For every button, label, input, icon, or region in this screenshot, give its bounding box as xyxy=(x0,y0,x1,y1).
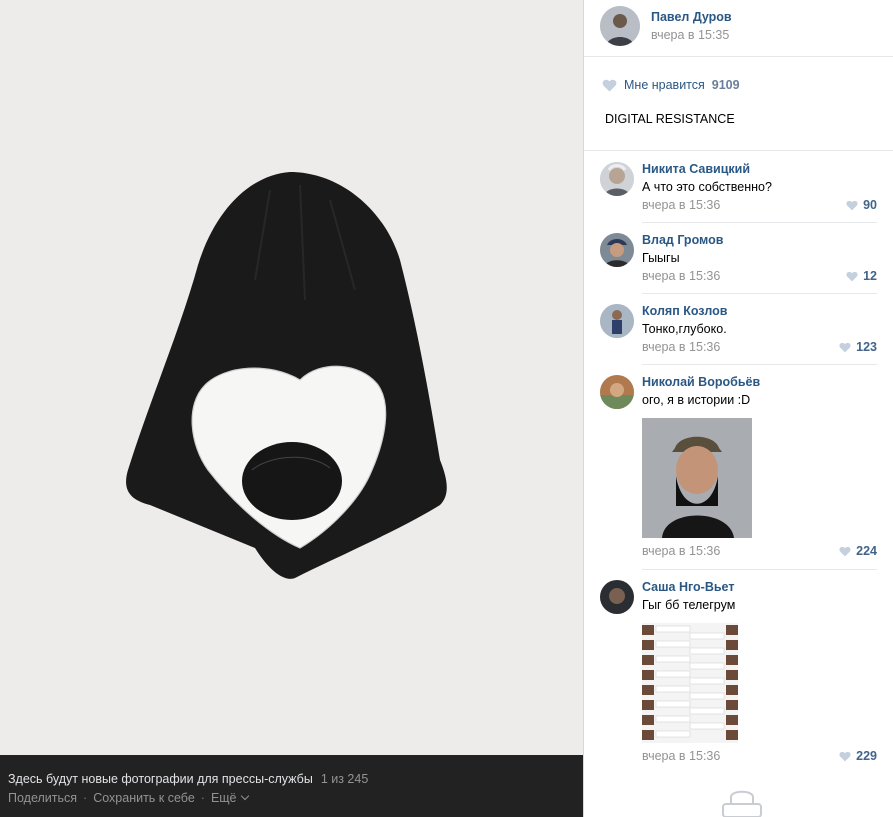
comment-text: Гыг бб телегрум xyxy=(642,598,736,612)
more-label: Ещё xyxy=(210,791,237,805)
likes-count: 9109 xyxy=(711,78,740,92)
commenter-avatar[interactable] xyxy=(600,375,634,409)
commenter-avatar[interactable] xyxy=(600,304,634,338)
comment-like-count: 90 xyxy=(863,198,877,212)
commenter-name[interactable]: Влад Громов xyxy=(642,233,723,247)
comment-item: Влад Громов Гыыгы вчера в 15:36 12 xyxy=(584,233,893,294)
comment-like-button[interactable]: 90 xyxy=(846,198,877,212)
separator-dot: · xyxy=(200,791,205,805)
heart-icon xyxy=(846,200,858,210)
author-name[interactable]: Павел Дуров xyxy=(651,10,732,24)
like-button[interactable]: Мне нравится 9109 xyxy=(602,78,740,92)
heart-icon xyxy=(846,271,858,281)
comment-screenshot-attachment[interactable] xyxy=(642,623,738,743)
save-button[interactable]: Сохранить к себе xyxy=(93,791,195,805)
photo-actions: Поделиться · Сохранить к себе · Ещё xyxy=(8,791,249,805)
photo-caption-bar: Здесь будут новые фотографии для прессы-… xyxy=(0,755,583,817)
heart-icon xyxy=(839,546,851,556)
heart-icon xyxy=(839,342,851,352)
comment-date[interactable]: вчера в 15:36 xyxy=(642,340,720,354)
commenter-name[interactable]: Коляп Козлов xyxy=(642,304,727,318)
comment-separator xyxy=(642,364,877,365)
heart-icon xyxy=(602,79,617,92)
share-button[interactable]: Поделиться xyxy=(8,791,77,805)
comment-like-button[interactable]: 224 xyxy=(839,544,877,558)
divider xyxy=(584,150,893,151)
comment-like-count: 224 xyxy=(856,544,877,558)
comment-item: Саша Нго-Вьет Гыг бб телегрум вчера в 15… xyxy=(584,580,893,770)
comment-like-count: 229 xyxy=(856,749,877,763)
comment-like-button[interactable]: 123 xyxy=(839,340,877,354)
comment-item: Никита Савицкий А что это собственно? вч… xyxy=(584,162,893,223)
comment-separator xyxy=(642,569,877,570)
commenter-name[interactable]: Никита Савицкий xyxy=(642,162,750,176)
likes-label: Мне нравится xyxy=(624,78,705,92)
comment-separator xyxy=(642,222,877,223)
commenter-avatar[interactable] xyxy=(600,233,634,267)
comment-text: А что это собственно? xyxy=(642,180,772,194)
photo-viewer: Здесь будут новые фотографии для прессы-… xyxy=(0,0,583,817)
separator-dot: · xyxy=(83,791,88,805)
commenter-avatar[interactable] xyxy=(600,580,634,614)
commenter-name[interactable]: Саша Нго-Вьет xyxy=(642,580,734,594)
comment-like-button[interactable]: 229 xyxy=(839,749,877,763)
comment-item: Коляп Козлов Тонко,глубоко. вчера в 15:3… xyxy=(584,304,893,365)
hooded-figure-drawing xyxy=(0,0,583,755)
comment-like-count: 12 xyxy=(863,269,877,283)
post-side-panel: Павел Дуров вчера в 15:35 Мне нравится 9… xyxy=(583,0,893,817)
comment-date[interactable]: вчера в 15:36 xyxy=(642,749,720,763)
comment-text: Тонко,глубоко. xyxy=(642,322,727,336)
caption-line: Здесь будут новые фотографии для прессы-… xyxy=(8,772,368,786)
comment-like-button[interactable]: 12 xyxy=(846,269,877,283)
comment-date[interactable]: вчера в 15:36 xyxy=(642,544,720,558)
comment-like-count: 123 xyxy=(856,340,877,354)
lock-icon xyxy=(722,790,762,817)
comment-date[interactable]: вчера в 15:36 xyxy=(642,269,720,283)
commenter-name[interactable]: Николай Воробьёв xyxy=(642,375,760,389)
chevron-down-icon xyxy=(240,791,249,801)
post-author-header: Павел Дуров вчера в 15:35 xyxy=(584,0,893,57)
main-photo[interactable] xyxy=(0,0,583,755)
comment-photo-attachment[interactable] xyxy=(642,418,752,538)
commenter-avatar[interactable] xyxy=(600,162,634,196)
comment-date[interactable]: вчера в 15:36 xyxy=(642,198,720,212)
comment-item: Николай Воробьёв ого, я в истории :D вче… xyxy=(584,375,893,570)
comment-text: Гыыгы xyxy=(642,251,680,265)
comment-text: ого, я в истории :D xyxy=(642,393,751,407)
more-button[interactable]: Ещё xyxy=(210,791,249,805)
photo-counter: 1 из 245 xyxy=(320,772,369,786)
post-text: DIGITAL RESISTANCE xyxy=(605,112,735,126)
photo-caption: Здесь будут новые фотографии для прессы-… xyxy=(8,772,313,786)
post-date[interactable]: вчера в 15:35 xyxy=(651,28,729,42)
author-avatar[interactable] xyxy=(600,6,640,46)
comment-separator xyxy=(642,293,877,294)
heart-icon xyxy=(839,751,851,761)
